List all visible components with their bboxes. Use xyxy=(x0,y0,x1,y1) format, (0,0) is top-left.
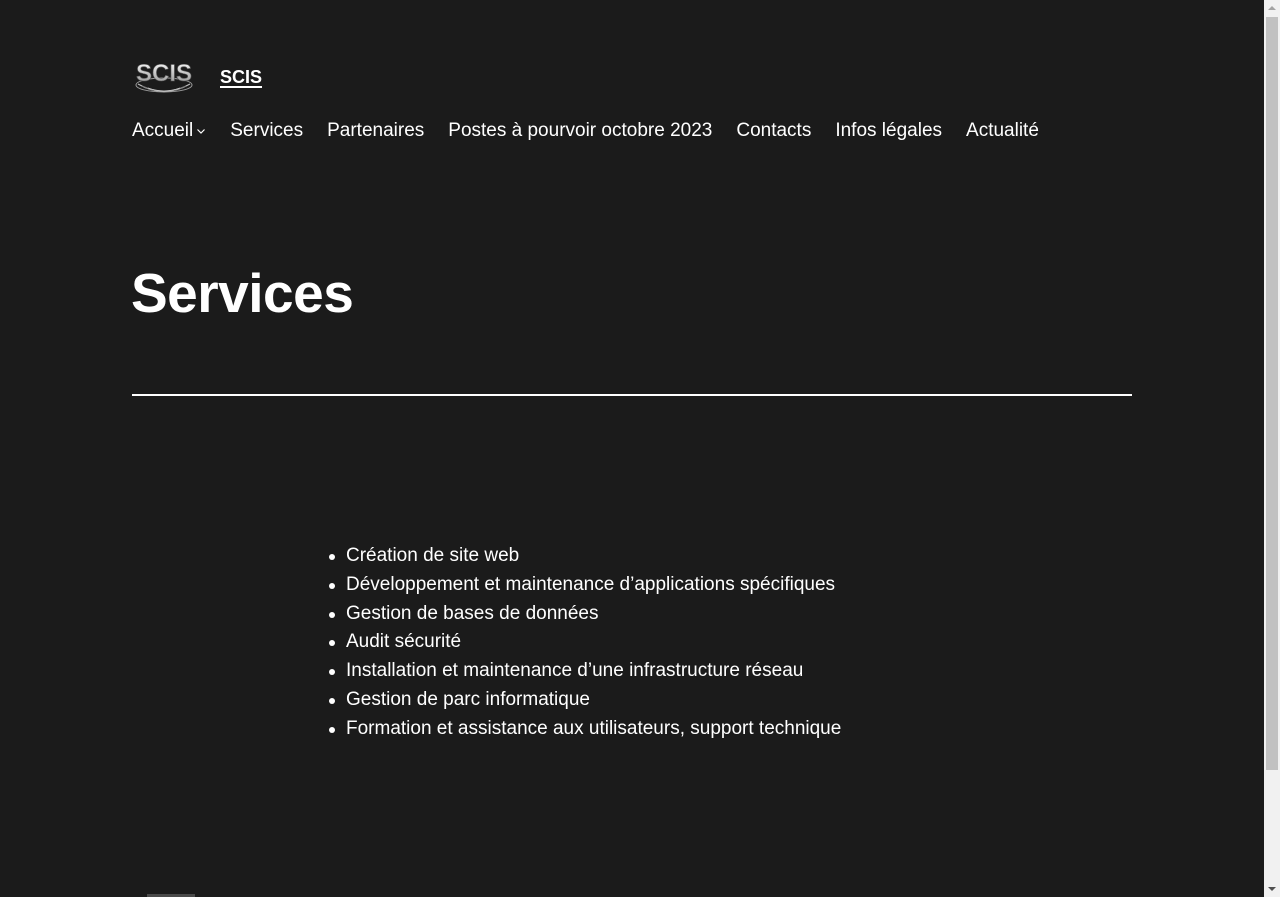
vertical-scrollbar[interactable] xyxy=(1264,0,1280,897)
site-title-link[interactable]: SCIS xyxy=(220,67,262,88)
bullet-icon xyxy=(329,582,335,589)
title-separator xyxy=(132,394,1132,396)
service-label: Gestion de parc informatique xyxy=(346,688,590,710)
nav-item-label: Contacts xyxy=(736,120,812,141)
scroll-down-arrow-icon[interactable] xyxy=(1264,881,1280,897)
nav-item-label: Accueil xyxy=(132,120,194,141)
list-item: Gestion de parc informatique xyxy=(329,686,841,715)
nav-item-actualite[interactable]: Actualité xyxy=(966,120,1039,142)
bullet-icon xyxy=(329,611,335,618)
bullet-icon xyxy=(329,669,335,676)
scroll-up-arrow-icon[interactable] xyxy=(1264,0,1280,16)
site-header: SCIS SCIS Accueil Services Partenaires P… xyxy=(132,58,1132,144)
nav-item-accueil[interactable]: Accueil xyxy=(132,120,206,142)
nav-item-label: Partenaires xyxy=(327,120,425,141)
nav-item-contacts[interactable]: Contacts xyxy=(736,120,811,142)
bullet-icon xyxy=(329,640,335,647)
bullet-icon xyxy=(329,726,335,733)
service-label: Gestion de bases de données xyxy=(346,602,599,624)
list-item: Développement et maintenance d’applicati… xyxy=(329,571,841,600)
service-label: Installation et maintenance d’une infras… xyxy=(346,660,804,682)
chevron-down-icon[interactable] xyxy=(196,126,206,136)
service-label: Audit sécurité xyxy=(346,631,462,653)
page: SCIS SCIS Accueil Services Partenaires P… xyxy=(0,0,1264,897)
list-item: Gestion de bases de données xyxy=(329,600,841,629)
nav-item-services[interactable]: Services xyxy=(230,120,303,142)
page-title: Services xyxy=(131,262,354,324)
bullet-icon xyxy=(329,554,335,560)
list-item: Audit sécurité xyxy=(329,628,841,657)
primary-navigation: Accueil Services Partenaires Postes à po… xyxy=(132,118,1132,144)
scis-logo-icon: SCIS xyxy=(135,60,193,93)
bullet-icon xyxy=(329,697,335,704)
nav-item-partenaires[interactable]: Partenaires xyxy=(327,120,424,142)
site-logo[interactable]: SCIS xyxy=(132,59,196,93)
site-branding: SCIS SCIS xyxy=(132,58,1132,94)
list-item: Création de site web xyxy=(329,542,841,571)
service-label: Développement et maintenance d’applicati… xyxy=(346,573,836,595)
scrollbar-thumb[interactable] xyxy=(1266,17,1278,770)
nav-item-postes[interactable]: Postes à pourvoir octobre 2023 xyxy=(448,120,712,142)
nav-item-label: Actualité xyxy=(966,120,1039,141)
nav-item-label: Postes à pourvoir octobre 2023 xyxy=(448,120,713,141)
services-list: Création de site web Développement et ma… xyxy=(329,542,841,744)
service-label: Création de site web xyxy=(346,545,520,566)
svg-text:SCIS: SCIS xyxy=(136,60,192,87)
nav-item-label: Infos légales xyxy=(835,120,943,141)
list-item: Installation et maintenance d’une infras… xyxy=(329,657,841,686)
nav-item-label: Services xyxy=(230,120,304,141)
service-label: Formation et assistance aux utilisateurs… xyxy=(346,717,842,739)
list-item: Formation et assistance aux utilisateurs… xyxy=(329,715,841,744)
nav-item-infos-legales[interactable]: Infos légales xyxy=(835,120,942,142)
